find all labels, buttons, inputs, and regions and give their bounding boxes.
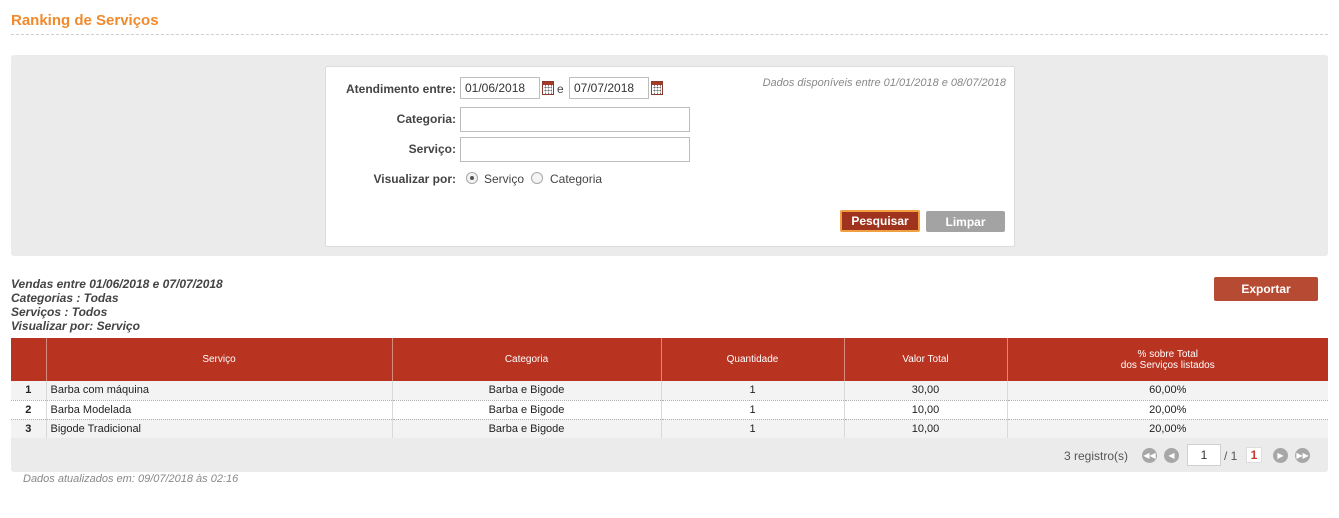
- next-page-icon[interactable]: ▶: [1273, 448, 1288, 463]
- search-button[interactable]: Pesquisar: [840, 210, 920, 232]
- cell-service: Barba Modelada: [46, 400, 393, 420]
- cell-percent: 20,00%: [1007, 419, 1328, 439]
- data-updated-note: Dados atualizados em: 09/07/2018 às 02:1…: [23, 473, 239, 485]
- col-header-rank: [11, 338, 47, 381]
- cell-total: 10,00: [844, 400, 1008, 420]
- summary-view-by: Visualizar por: Serviço: [11, 319, 140, 333]
- cell-rank: 3: [11, 419, 47, 439]
- current-page-link[interactable]: 1: [1246, 447, 1262, 463]
- record-count: 3 registro(s): [1064, 449, 1129, 463]
- start-date-calendar-icon[interactable]: [542, 81, 554, 95]
- col-header-quantity[interactable]: Quantidade: [661, 338, 845, 381]
- page-number-input[interactable]: [1187, 444, 1221, 466]
- cell-total: 30,00: [844, 381, 1008, 401]
- view-by-service-label[interactable]: Serviço: [484, 172, 524, 186]
- first-page-icon[interactable]: ◀◀: [1142, 448, 1157, 463]
- cell-service: Bigode Tradicional: [46, 419, 393, 439]
- filter-form: Atendimento entre: e Dados disponíveis e…: [325, 66, 1015, 247]
- summary-period: Vendas entre 01/06/2018 e 07/07/2018: [11, 277, 223, 291]
- cell-category: Barba e Bigode: [392, 419, 662, 439]
- total-pages: / 1: [1224, 449, 1238, 463]
- start-date-input[interactable]: [460, 77, 540, 99]
- col-header-service[interactable]: Serviço: [46, 338, 393, 381]
- service-label: Serviço:: [408, 142, 456, 156]
- summary-categories: Categorias : Todas: [11, 291, 119, 305]
- title-divider: [11, 34, 1328, 35]
- cell-quantity: 1: [661, 419, 845, 439]
- cell-category: Barba e Bigode: [392, 381, 662, 401]
- col-header-category[interactable]: Categoria: [392, 338, 662, 381]
- cell-category: Barba e Bigode: [392, 400, 662, 420]
- summary-services: Serviços : Todos: [11, 305, 108, 319]
- end-date-calendar-icon[interactable]: [651, 81, 663, 95]
- col-header-percent-line2: dos Serviços listados: [1120, 359, 1215, 371]
- cell-rank: 1: [11, 381, 47, 401]
- end-date-input[interactable]: [569, 77, 649, 99]
- service-input[interactable]: [460, 137, 690, 162]
- col-header-percent[interactable]: % sobre Total dos Serviços listados: [1007, 338, 1328, 381]
- cell-percent: 60,00%: [1007, 381, 1328, 401]
- cell-total: 10,00: [844, 419, 1008, 439]
- export-button[interactable]: Exportar: [1214, 277, 1318, 301]
- date-range-separator: e: [557, 82, 564, 96]
- category-input[interactable]: [460, 107, 690, 132]
- previous-page-icon[interactable]: ◀: [1164, 448, 1179, 463]
- filter-panel: Atendimento entre: e Dados disponíveis e…: [11, 55, 1328, 256]
- col-header-total[interactable]: Valor Total: [844, 338, 1008, 381]
- report-summary: Vendas entre 01/06/2018 e 07/07/2018 Cat…: [11, 277, 223, 333]
- availability-note: Dados disponíveis entre 01/01/2018 e 08/…: [762, 77, 1006, 89]
- view-by-label: Visualizar por:: [373, 172, 456, 186]
- table-row[interactable]: 1 Barba com máquina Barba e Bigode 1 30,…: [11, 381, 1328, 401]
- col-header-percent-line1: % sobre Total: [1137, 348, 1198, 360]
- table-row[interactable]: 2 Barba Modelada Barba e Bigode 1 10,00 …: [11, 400, 1328, 420]
- view-by-service-radio[interactable]: [466, 172, 478, 184]
- table-row[interactable]: 3 Bigode Tradicional Barba e Bigode 1 10…: [11, 419, 1328, 439]
- category-label: Categoria:: [396, 112, 456, 126]
- cell-service: Barba com máquina: [46, 381, 393, 401]
- last-page-icon[interactable]: ▶▶: [1295, 448, 1310, 463]
- clear-button[interactable]: Limpar: [926, 211, 1005, 232]
- cell-quantity: 1: [661, 381, 845, 401]
- page-title: Ranking de Serviços: [11, 12, 159, 29]
- cell-quantity: 1: [661, 400, 845, 420]
- view-by-category-label[interactable]: Categoria: [550, 172, 602, 186]
- pagination-bar: 3 registro(s) ◀◀ ◀ / 1 1 ▶ ▶▶: [11, 438, 1328, 472]
- view-by-category-radio[interactable]: [531, 172, 543, 184]
- cell-percent: 20,00%: [1007, 400, 1328, 420]
- period-label: Atendimento entre:: [345, 82, 456, 96]
- ranking-table: Serviço Categoria Quantidade Valor Total…: [11, 338, 1328, 439]
- cell-rank: 2: [11, 400, 47, 420]
